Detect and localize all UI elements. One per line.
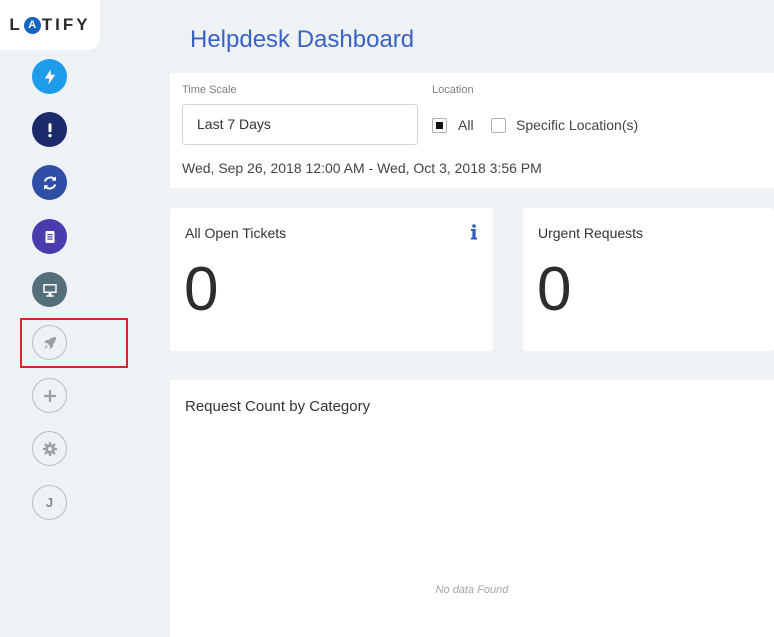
refresh-icon [43,175,56,190]
sidebar-item-sync[interactable] [32,165,67,200]
open-tickets-value: 0 [184,255,219,324]
sidebar-item-alerts[interactable] [32,112,67,147]
latify-logo[interactable]: L A TIFY [0,0,100,50]
sidebar-item-settings[interactable] [32,431,67,466]
open-tickets-card[interactable]: All Open Tickets 0 [170,208,493,351]
chart-title: Request Count by Category [185,398,371,415]
gear-icon [42,441,57,456]
sidebar-item-devices[interactable] [32,272,67,307]
monitor-icon [42,283,57,297]
info-icon[interactable] [469,224,479,240]
location-specific-checkbox[interactable] [491,118,506,133]
urgent-requests-value: 0 [537,255,572,324]
location-all-checkbox[interactable] [432,118,447,133]
highlight-box [20,318,128,368]
logo-text-end: TIFY [41,15,91,34]
exclamation-icon [47,122,52,137]
time-scale-select[interactable]: Last 7 Days [182,104,418,145]
logo-mark: A [23,16,41,34]
user-avatar-initial: J [45,495,54,510]
sidebar-item-knowledge-base[interactable] [32,219,67,254]
lightning-icon [44,69,55,84]
logo-text-start: L [9,15,23,34]
sidebar: L A TIFY J [0,0,128,637]
sidebar-item-add[interactable] [32,378,67,413]
location-specific-label[interactable]: Specific Location(s) [516,117,638,133]
no-data-message: No data Found [435,584,509,596]
filter-panel: Time Scale Last 7 Days Location All Spec… [170,73,774,188]
sidebar-item-quick-actions[interactable] [32,59,67,94]
request-count-chart-card: Request Count by Category No data Found [170,380,774,637]
plus-icon [43,389,56,402]
location-all-label[interactable]: All [458,117,474,133]
location-label: Location [432,84,474,96]
urgent-requests-title: Urgent Requests [538,225,644,241]
page-title: Helpdesk Dashboard [190,26,415,53]
sidebar-item-user[interactable]: J [32,485,67,520]
urgent-requests-card[interactable]: Urgent Requests 0 [523,208,774,351]
book-icon [45,230,54,243]
open-tickets-title: All Open Tickets [185,225,287,241]
date-range-text: Wed, Sep 26, 2018 12:00 AM - Wed, Oct 3,… [182,160,542,176]
time-scale-label: Time Scale [182,84,237,96]
